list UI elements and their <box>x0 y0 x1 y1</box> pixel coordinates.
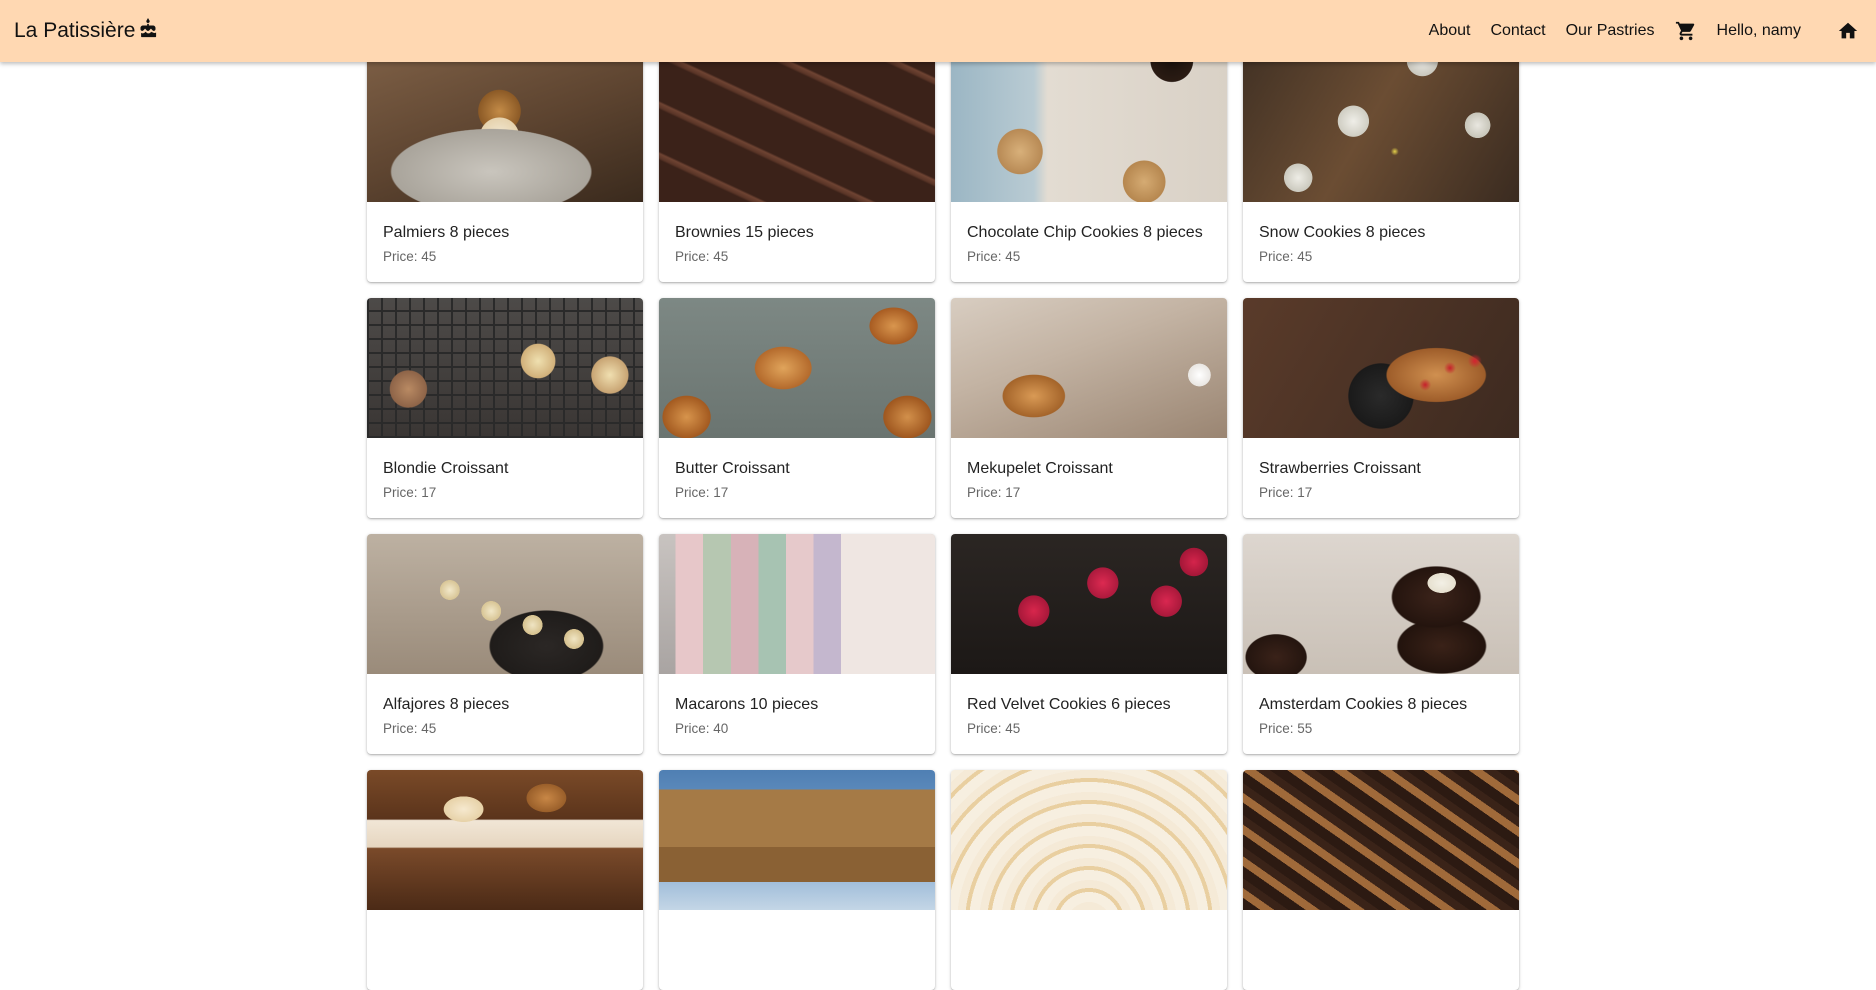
product-image-lemon-meringue-tart <box>951 770 1227 910</box>
product-card[interactable] <box>1243 770 1519 990</box>
product-price: Price: 40 <box>675 721 729 736</box>
nav-contact-link[interactable]: Contact <box>1490 22 1545 40</box>
product-card[interactable]: Alfajores 8 pieces Price: 45 <box>367 534 643 754</box>
product-name: Butter Croissant <box>675 460 790 477</box>
product-card[interactable] <box>659 770 935 990</box>
nav-about-link[interactable]: About <box>1429 22 1471 40</box>
product-price: Price: 45 <box>383 249 437 264</box>
product-card[interactable]: Butter Croissant Price: 17 <box>659 298 935 518</box>
product-card[interactable]: Red Velvet Cookies 6 pieces Price: 45 <box>951 534 1227 754</box>
product-card[interactable] <box>951 770 1227 990</box>
product-name: Palmiers 8 pieces <box>383 224 510 241</box>
product-image-blondie-croissant <box>367 298 643 438</box>
product-card[interactable]: Macarons 10 pieces Price: 40 <box>659 534 935 754</box>
product-name: Macarons 10 pieces <box>675 696 819 713</box>
product-price: Price: 17 <box>383 485 437 500</box>
product-price: Price: 45 <box>967 249 1021 264</box>
nav-pastries-link[interactable]: Our Pastries <box>1566 22 1655 40</box>
product-card[interactable] <box>367 770 643 990</box>
home-icon <box>1838 22 1858 39</box>
product-name: Mekupelet Croissant <box>967 460 1113 477</box>
product-price <box>367 932 643 939</box>
product-price <box>659 932 935 939</box>
product-name <box>1243 910 1519 932</box>
product-image-caramel-bar <box>659 770 935 910</box>
product-name: Chocolate Chip Cookies 8 pieces <box>967 224 1203 241</box>
product-price <box>951 932 1227 939</box>
product-name: Red Velvet Cookies 6 pieces <box>967 696 1171 713</box>
product-price: Price: 45 <box>1259 249 1313 264</box>
cart-icon <box>1675 21 1694 41</box>
product-image-lotus-cake <box>367 770 643 910</box>
product-name <box>367 910 643 932</box>
product-image-mekupelet-croissant <box>951 298 1227 438</box>
product-card[interactable]: Amsterdam Cookies 8 pieces Price: 55 <box>1243 534 1519 754</box>
product-image-butter-croissant <box>659 298 935 438</box>
brand-name: La Patissière <box>14 19 136 42</box>
product-grid: Palmiers 8 pieces Price: 45 Brownies 15 … <box>367 0 1519 990</box>
product-name <box>659 910 935 932</box>
brand-logo[interactable]: La Patissière <box>14 18 158 43</box>
main-nav: About Contact Our Pastries Hello, namy <box>1409 20 1862 42</box>
product-price: Price: 55 <box>1259 721 1313 736</box>
product-image-red-velvet-cookies <box>951 534 1227 674</box>
product-image-strawberries-croissant <box>1243 298 1519 438</box>
product-price: Price: 17 <box>967 485 1021 500</box>
product-name: Blondie Croissant <box>383 460 509 477</box>
product-name: Snow Cookies 8 pieces <box>1259 224 1426 241</box>
product-name: Alfajores 8 pieces <box>383 696 510 713</box>
user-greeting: Hello, namy <box>1716 22 1801 39</box>
cake-icon <box>140 18 157 38</box>
product-image-macarons <box>659 534 935 674</box>
product-card[interactable]: Strawberries Croissant Price: 17 <box>1243 298 1519 518</box>
product-price: Price: 45 <box>675 249 729 264</box>
product-image-amsterdam-cookies <box>1243 534 1519 674</box>
product-price: Price: 17 <box>1259 485 1313 500</box>
product-name: Strawberries Croissant <box>1259 460 1421 477</box>
product-image-chocolate-babka <box>1243 770 1519 910</box>
cart-button[interactable] <box>1675 20 1697 42</box>
product-price <box>1243 932 1519 939</box>
product-price: Price: 45 <box>383 721 437 736</box>
product-price: Price: 45 <box>967 721 1021 736</box>
product-card[interactable]: Blondie Croissant Price: 17 <box>367 298 643 518</box>
product-image-alfajores <box>367 534 643 674</box>
product-card[interactable]: Mekupelet Croissant Price: 17 <box>951 298 1227 518</box>
product-price: Price: 17 <box>675 485 729 500</box>
app-header: La Patissière About Contact Our Pastries… <box>0 0 1876 62</box>
product-name: Amsterdam Cookies 8 pieces <box>1259 696 1468 713</box>
home-button[interactable] <box>1837 20 1859 42</box>
product-name: Brownies 15 pieces <box>675 224 814 241</box>
product-name <box>951 910 1227 932</box>
